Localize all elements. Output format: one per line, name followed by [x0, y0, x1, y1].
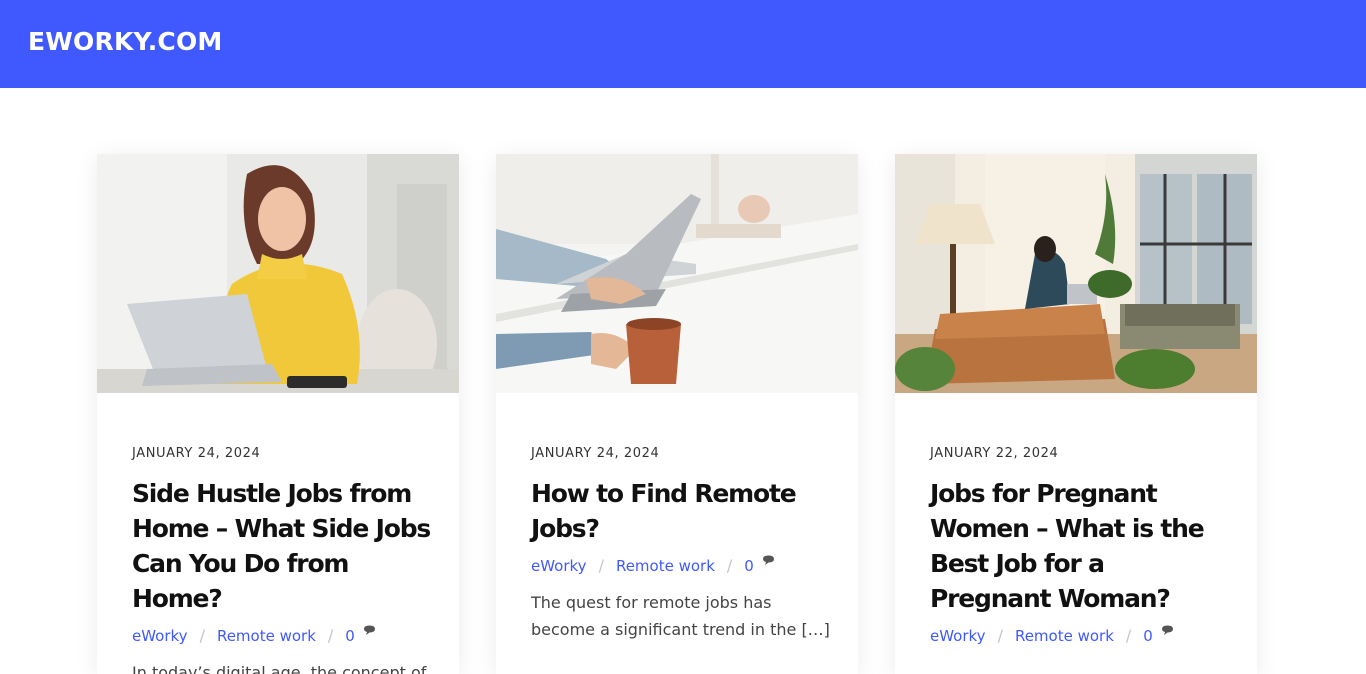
post-meta: eWorky / Remote work / 0 — [930, 625, 1230, 646]
post-title[interactable]: Jobs for Pregnant Women – What is the Be… — [930, 476, 1230, 616]
category-link[interactable]: Remote work — [1015, 626, 1114, 646]
post-card: JANUARY 24, 2024 How to Find Remote Jobs… — [496, 154, 858, 674]
post-date: JANUARY 24, 2024 — [531, 446, 660, 461]
comments-count-link[interactable]: 0 — [345, 626, 355, 646]
post-meta: eWorky / Remote work / 0 — [132, 625, 432, 646]
meta-separator: / — [997, 626, 1003, 645]
post-card: JANUARY 22, 2024 Jobs for Pregnant Women… — [895, 154, 1257, 674]
post-title[interactable]: How to Find Remote Jobs? — [531, 476, 831, 546]
post-thumbnail[interactable] — [97, 154, 459, 393]
post-thumbnail[interactable] — [895, 154, 1257, 393]
meta-separator: / — [327, 626, 334, 645]
meta-separator: / — [199, 626, 205, 645]
meta-separator: / — [726, 556, 733, 575]
comments-count-link[interactable]: 0 — [744, 556, 754, 576]
site-title-link[interactable]: EWORKY.COM — [28, 27, 222, 56]
author-link[interactable]: eWorky — [930, 626, 986, 646]
comment-bubble-icon — [1161, 621, 1174, 641]
author-link[interactable]: eWorky — [132, 626, 188, 646]
post-excerpt: The quest for remote jobs has become a s… — [531, 593, 830, 639]
comments-count-link[interactable]: 0 — [1143, 626, 1153, 646]
meta-separator: / — [1125, 626, 1132, 645]
post-meta: eWorky / Remote work / 0 — [531, 555, 831, 576]
category-link[interactable]: Remote work — [616, 556, 715, 576]
post-card: JANUARY 24, 2024 Side Hustle Jobs from H… — [97, 154, 459, 674]
meta-separator: / — [598, 556, 604, 575]
category-link[interactable]: Remote work — [217, 626, 316, 646]
post-date: JANUARY 24, 2024 — [132, 446, 261, 461]
post-thumbnail[interactable] — [496, 154, 858, 393]
site-header: EWORKY.COM — [0, 0, 1366, 88]
post-excerpt: In today’s digital age, the concept of — [132, 663, 427, 674]
author-link[interactable]: eWorky — [531, 556, 587, 576]
post-title[interactable]: Side Hustle Jobs from Home – What Side J… — [132, 476, 432, 616]
comment-bubble-icon — [363, 621, 376, 641]
comment-bubble-icon — [762, 551, 775, 571]
post-date: JANUARY 22, 2024 — [930, 446, 1059, 461]
